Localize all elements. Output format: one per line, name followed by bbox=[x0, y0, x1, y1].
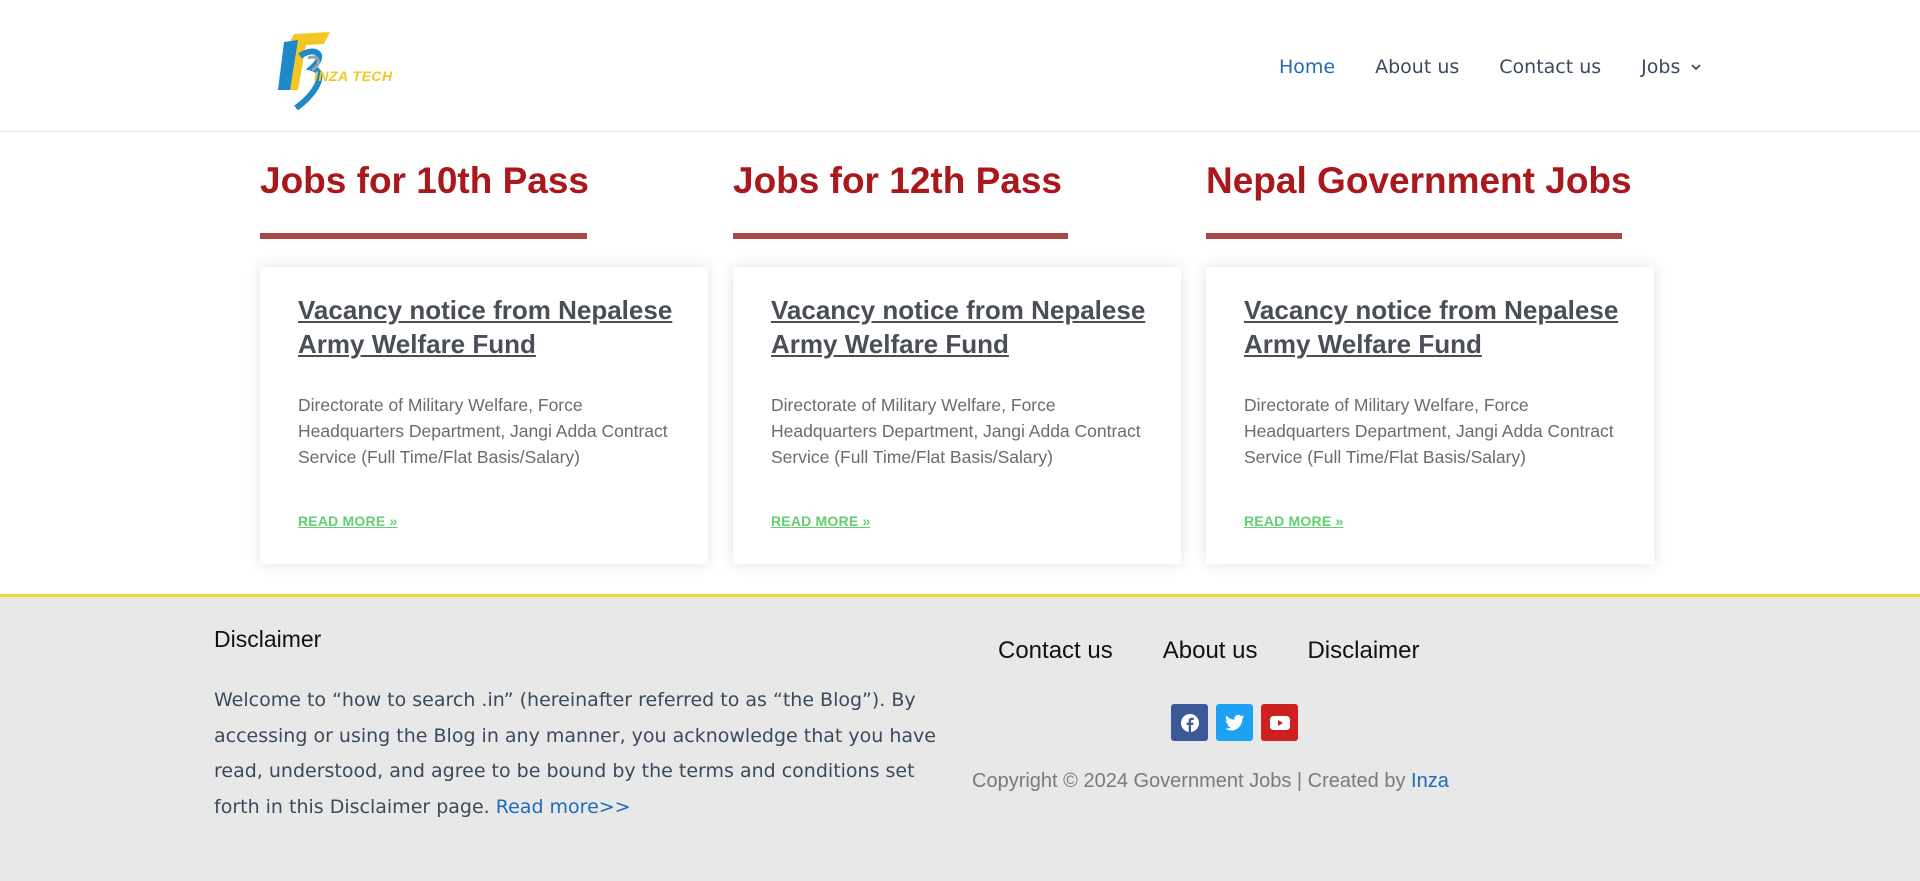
youtube-icon bbox=[1269, 715, 1290, 730]
job-card: Vacancy notice from Nepalese Army Welfar… bbox=[733, 267, 1181, 564]
nav-home-label: Home bbox=[1279, 56, 1336, 78]
facebook-button[interactable] bbox=[1171, 704, 1208, 741]
title-underline bbox=[260, 233, 587, 239]
site-header: INZA TECH Home About us Contact us Jobs bbox=[0, 0, 1920, 132]
chevron-down-icon[interactable] bbox=[1690, 61, 1702, 73]
read-more-link[interactable]: READ MORE » bbox=[298, 513, 397, 529]
read-more-link[interactable]: READ MORE » bbox=[1244, 513, 1343, 529]
nav-home[interactable]: Home bbox=[1279, 54, 1335, 80]
copyright-body: Copyright © 2024 Government Jobs | Creat… bbox=[972, 770, 1412, 792]
logo-text: INZA TECH bbox=[314, 68, 393, 84]
job-card-title-link[interactable]: Vacancy notice from Nepalese Army Welfar… bbox=[298, 293, 688, 361]
title-underline bbox=[733, 233, 1068, 239]
section-nepal-government: Nepal Government Jobs Vacancy notice fro… bbox=[1206, 157, 1654, 564]
title-underline bbox=[1206, 233, 1622, 239]
nav-contact-us[interactable]: Contact us bbox=[1499, 54, 1601, 80]
job-card-excerpt: Directorate of Military Welfare, Force H… bbox=[1244, 395, 1614, 467]
job-card: Vacancy notice from Nepalese Army Welfar… bbox=[260, 267, 708, 564]
copyright-text: Copyright © 2024 Government Jobs | Creat… bbox=[972, 770, 1449, 793]
section-title: Jobs for 12th Pass bbox=[733, 160, 1063, 201]
job-card: Vacancy notice from Nepalese Army Welfar… bbox=[1206, 267, 1654, 564]
site-logo[interactable]: INZA TECH bbox=[270, 28, 400, 111]
job-card-excerpt: Directorate of Military Welfare, Force H… bbox=[771, 395, 1141, 467]
facebook-icon bbox=[1180, 713, 1199, 732]
main-nav: Home About us Contact us Jobs bbox=[1279, 54, 1702, 80]
nav-jobs[interactable]: Jobs bbox=[1641, 54, 1702, 80]
disclaimer-heading: Disclaimer bbox=[214, 626, 322, 652]
read-more-link[interactable]: READ MORE » bbox=[771, 513, 870, 529]
social-icons bbox=[1171, 704, 1306, 741]
footer-link-about-us[interactable]: About us bbox=[1163, 637, 1258, 665]
section-12th-pass: Jobs for 12th Pass Vacancy notice from N… bbox=[733, 157, 1181, 564]
footer-link-contact-us[interactable]: Contact us bbox=[998, 637, 1113, 665]
section-title: Jobs for 10th Pass bbox=[260, 160, 590, 201]
footer-nav: Contact us About us Disclaimer bbox=[998, 637, 1419, 665]
youtube-button[interactable] bbox=[1261, 704, 1298, 741]
job-card-title-link[interactable]: Vacancy notice from Nepalese Army Welfar… bbox=[771, 293, 1161, 361]
creator-link[interactable]: Inza bbox=[1411, 770, 1449, 792]
section-10th-pass: Jobs for 10th Pass Vacancy notice from N… bbox=[260, 157, 708, 564]
section-title: Nepal Government Jobs bbox=[1206, 160, 1632, 201]
disclaimer-read-more-link[interactable]: Read more>> bbox=[496, 796, 631, 818]
nav-jobs-label: Jobs bbox=[1641, 56, 1681, 78]
job-card-excerpt: Directorate of Military Welfare, Force H… bbox=[298, 395, 668, 467]
nav-about-label: About us bbox=[1375, 56, 1460, 78]
nav-about-us[interactable]: About us bbox=[1375, 54, 1459, 80]
nav-contact-label: Contact us bbox=[1499, 56, 1602, 78]
footer-link-disclaimer[interactable]: Disclaimer bbox=[1307, 637, 1419, 665]
twitter-icon bbox=[1224, 714, 1244, 730]
job-card-title-link[interactable]: Vacancy notice from Nepalese Army Welfar… bbox=[1244, 293, 1634, 361]
disclaimer-text: Welcome to “how to search .in” (hereinaf… bbox=[214, 683, 954, 825]
twitter-button[interactable] bbox=[1216, 704, 1253, 741]
site-footer: Disclaimer Welcome to “how to search .in… bbox=[0, 594, 1920, 881]
